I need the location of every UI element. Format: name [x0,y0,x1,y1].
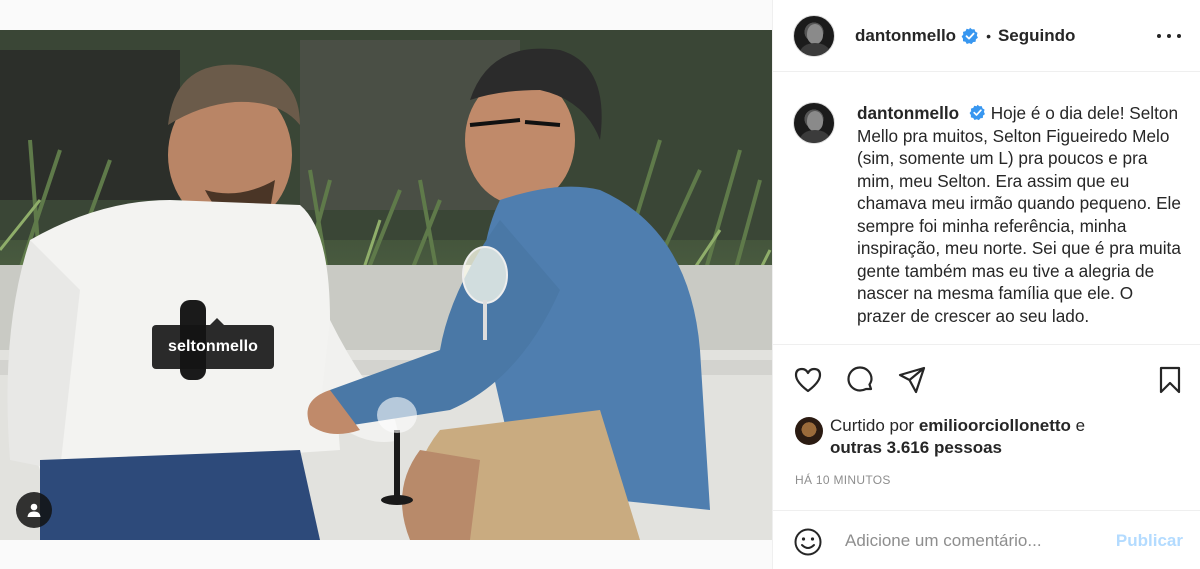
photo-illustration [0,30,772,540]
caption-text: Hoje é o dia dele! Selton Mello pra muit… [857,103,1181,326]
caption-text-block: dantonmello Hoje é o dia dele! Selton Me… [857,102,1181,327]
post-photo[interactable] [0,30,772,540]
verified-badge-icon [969,104,985,121]
publish-button[interactable]: Publicar [1116,531,1183,551]
verified-badge-icon [961,27,978,44]
heart-icon[interactable] [793,365,823,395]
post-timestamp[interactable]: HÁ 10 MINUTOS [795,473,891,487]
author-username[interactable]: dantonmello [855,26,956,46]
more-options-icon[interactable] [1157,26,1181,46]
tagged-users-button[interactable] [16,492,52,528]
bookmark-icon[interactable] [1155,365,1185,395]
more-dot [1157,34,1161,38]
caption-area: dantonmello Hoje é o dia dele! Selton Me… [773,72,1200,344]
comment-icon[interactable] [845,365,875,395]
caption-username[interactable]: dantonmello [857,103,959,123]
caption-row: dantonmello Hoje é o dia dele! Selton Me… [793,102,1181,327]
avatar-face [807,111,823,131]
liked-user-link[interactable]: emilioorciollonetto [919,416,1071,435]
comment-input[interactable] [845,529,1105,553]
user-icon [27,503,41,517]
likes-summary: Curtido por emilioorciollonetto e outras… [795,415,1085,459]
following-button[interactable]: Seguindo [998,26,1075,46]
more-dot [1167,34,1171,38]
post-side-panel: dantonmello • Seguindo dantonmello Hoje … [772,0,1200,569]
avatar-body [800,42,830,56]
liked-and: e [1075,416,1086,435]
instagram-post-page: seltonmello dantonmello • Seguindo danto… [0,0,1200,569]
more-dot [1177,34,1181,38]
user-tag-label[interactable]: seltonmello [152,318,275,369]
likes-text: Curtido por emilioorciollonetto e outras… [830,415,1085,459]
action-icons-row [793,365,1183,395]
liker-avatar[interactable] [795,417,823,445]
header-separator: • [986,27,991,44]
avatar-body [800,130,830,143]
liked-others-link[interactable]: outras 3.616 pessoas [830,438,1002,457]
photo-container: seltonmello [0,0,772,569]
share-icon[interactable] [897,365,927,395]
post-actions: Curtido por emilioorciollonetto e outras… [773,344,1200,500]
author-avatar[interactable] [793,14,835,57]
post-header: dantonmello • Seguindo [773,0,1200,72]
avatar-face [807,23,823,44]
emoji-icon[interactable] [793,527,823,557]
caption-author-avatar[interactable] [793,102,835,144]
liked-prefix: Curtido por [830,416,915,435]
comment-bar: Publicar [773,510,1200,569]
